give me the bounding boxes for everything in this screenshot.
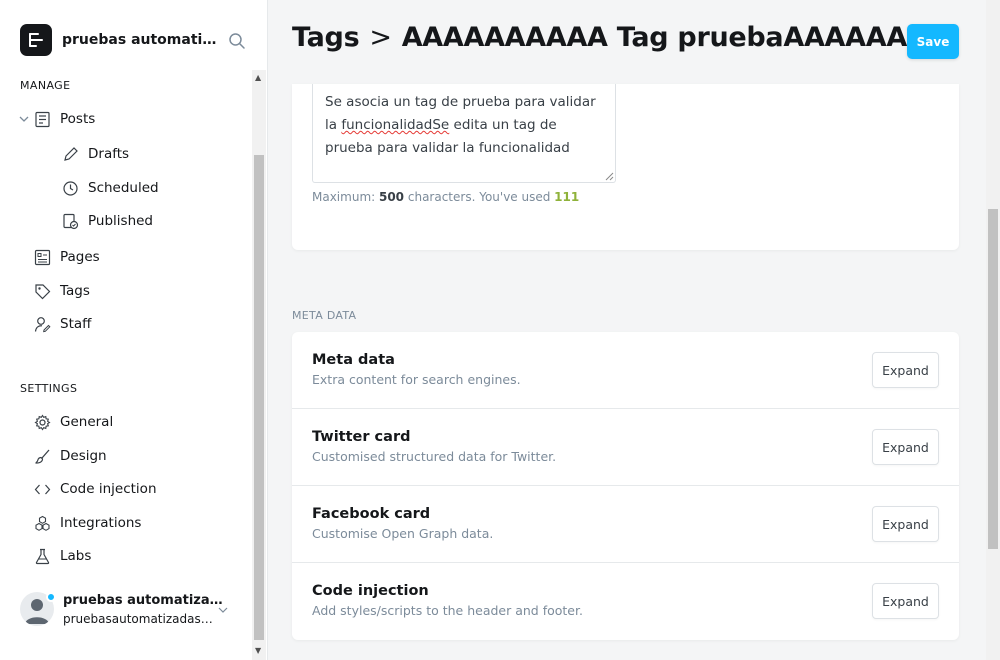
breadcrumb-current-tag: AAAAAAAAAA Tag pruebaAAAAAAAAAA [401,22,910,53]
character-count-hint: Maximum: 500 characters. You've used 111 [312,190,580,204]
sidebar-item-labs[interactable]: Labs [34,543,91,569]
chevron-down-icon[interactable] [18,113,30,125]
scroll-down-arrow-icon[interactable]: ▼ [255,646,261,655]
sidebar-item-general[interactable]: General [34,409,113,435]
site-header: pruebas automatiz... [20,24,250,58]
expand-meta-data-button[interactable]: Expand [872,352,939,388]
chevron-down-icon[interactable] [217,604,229,616]
sidebar: pruebas automatiz... MANAGE Posts Drafts… [0,0,268,660]
meta-row-code-injection: Code injection Add styles/scripts to the… [292,563,959,640]
user-menu[interactable]: pruebas automatizada... pruebasautomatiz… [20,592,250,630]
meta-row-subtitle: Customise Open Graph data. [312,526,494,541]
main-scrollbar-thumb[interactable] [988,209,998,549]
sidebar-item-label: Code injection [60,481,157,497]
sidebar-item-label: General [60,414,114,430]
meta-row-subtitle: Add styles/scripts to the header and foo… [312,603,583,618]
expand-facebook-card-button[interactable]: Expand [872,506,939,542]
main-content: Tags > AAAAAAAAAA Tag pruebaAAAAAAAAAA Sav… [268,0,986,660]
staff-icon [34,316,51,332]
flask-icon [35,548,50,564]
meta-data-section-label: META DATA [292,309,357,322]
sidebar-item-staff[interactable]: Staff [34,311,91,337]
expand-twitter-card-button[interactable]: Expand [872,429,939,465]
main-scrollbar[interactable] [986,0,1000,660]
sidebar-item-label: Pages [60,249,100,265]
sidebar-item-label: Published [88,213,153,229]
sidebar-item-label: Scheduled [88,180,159,196]
sidebar-item-drafts[interactable]: Drafts [62,141,129,167]
meta-row-title: Meta data [312,352,395,368]
sidebar-item-label: Drafts [88,146,130,162]
meta-row-title: Twitter card [312,429,411,445]
sidebar-scrollbar-thumb[interactable] [254,155,264,640]
sidebar-item-label: Posts [60,111,96,127]
expand-code-injection-button[interactable]: Expand [872,583,939,619]
sidebar-item-label: Labs [60,548,92,564]
settings-heading: SETTINGS [20,382,78,395]
user-name: pruebas automatizada... [63,593,223,608]
used-characters: 111 [554,190,580,204]
meta-row-title: Code injection [312,583,429,599]
sidebar-item-posts[interactable]: Posts [34,106,95,132]
sidebar-item-label: Tags [60,283,90,299]
sidebar-item-design[interactable]: Design [34,443,107,469]
sidebar-item-pages[interactable]: Pages [34,244,100,270]
code-icon [34,484,51,494]
pages-icon [34,249,51,265]
meta-row-title: Facebook card [312,506,431,522]
sidebar-scrollbar[interactable]: ▲ ▼ [252,70,266,660]
sidebar-nav: MANAGE Posts Drafts Scheduled Published … [0,70,266,660]
page-title: Tags > AAAAAAAAAA Tag pruebaAAAAAAAAAA [292,22,910,53]
scroll-up-arrow-icon[interactable]: ▲ [255,73,261,82]
sidebar-item-published[interactable]: Published [62,208,153,234]
gear-icon [34,414,51,430]
brush-icon [35,449,50,464]
published-icon [63,213,79,229]
manage-heading: MANAGE [20,79,71,92]
meta-row-subtitle: Extra content for search engines. [312,372,521,387]
description-textarea[interactable]: Se asocia un tag de prueba para validar … [312,84,616,183]
meta-row-twitter-card: Twitter card Customised structured data … [292,409,959,486]
site-logo-icon[interactable] [20,24,52,56]
search-icon[interactable] [228,32,246,50]
save-button[interactable]: Save [907,24,959,59]
integrations-icon [35,515,50,531]
posts-icon [35,111,50,127]
sidebar-item-code-injection[interactable]: Code injection [34,476,157,502]
breadcrumb-tags-link[interactable]: Tags [292,22,360,53]
max-characters: 500 [378,190,405,204]
notification-dot [46,592,56,602]
meta-row-meta-data: Meta data Extra content for search engin… [292,332,959,409]
meta-settings-card: Meta data Extra content for search engin… [292,332,959,640]
user-email: pruebasautomatizadas@u... [63,612,223,626]
site-title[interactable]: pruebas automatiz... [62,32,222,48]
sidebar-item-scheduled[interactable]: Scheduled [62,175,159,201]
sidebar-item-label: Integrations [60,515,142,531]
breadcrumb-separator-icon: > [369,22,392,53]
tag-icon [35,283,51,299]
sidebar-item-integrations[interactable]: Integrations [34,510,141,536]
sidebar-item-label: Staff [60,316,92,332]
sidebar-item-tags[interactable]: Tags [34,278,90,304]
misspelled-word: funcionalidadSe [341,117,450,133]
clock-icon [63,180,78,196]
meta-row-facebook-card: Facebook card Customise Open Graph data.… [292,486,959,563]
resize-handle-icon[interactable] [605,172,614,181]
meta-row-subtitle: Customised structured data for Twitter. [312,449,557,464]
tag-settings-card: Se asocia un tag de prueba para validar … [292,84,959,250]
pencil-icon [64,146,78,161]
sidebar-item-label: Design [60,448,107,464]
